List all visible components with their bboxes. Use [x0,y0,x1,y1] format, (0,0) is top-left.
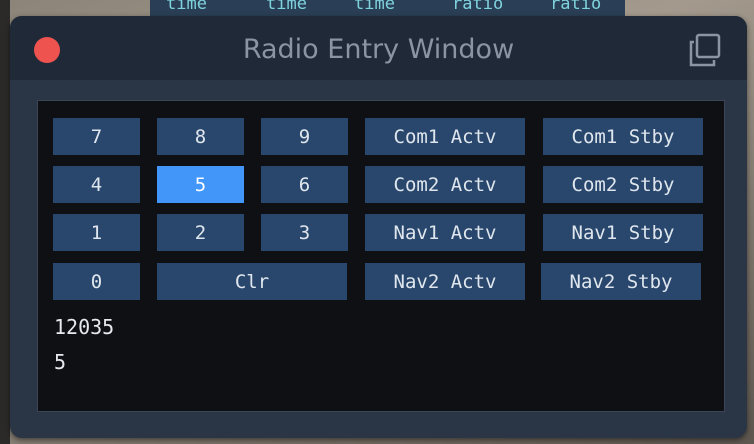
last-key-readout: 5 [54,350,67,374]
background-header-cell: time [354,0,395,14]
nav2-actv-button[interactable]: Nav2 Actv [365,263,525,300]
background-header-cell: ratio [550,0,602,14]
key-4-button[interactable]: 4 [53,166,140,203]
nav1-actv-button[interactable]: Nav1 Actv [365,214,525,251]
com2-actv-button[interactable]: Com2 Actv [365,166,525,203]
radio-entry-panel: 7 8 9 Com1 Actv Com1 Stby 4 5 6 Com2 Act… [37,100,725,412]
background-header-cell: ratio [452,0,504,14]
nav1-stby-button[interactable]: Nav1 Stby [543,214,703,251]
key-1-button[interactable]: 1 [53,214,140,251]
key-6-button[interactable]: 6 [261,166,348,203]
clear-button[interactable]: Clr [157,263,347,300]
key-3-button[interactable]: 3 [261,214,348,251]
key-0-button[interactable]: 0 [53,263,140,300]
com1-stby-button[interactable]: Com1 Stby [543,118,703,155]
com1-actv-button[interactable]: Com1 Actv [365,118,525,155]
key-2-button[interactable]: 2 [157,214,244,251]
background-header-cell: time [266,0,307,14]
key-5-button[interactable]: 5 [157,166,244,203]
key-9-button[interactable]: 9 [261,118,348,155]
frequency-readout: 12035 [54,315,115,339]
key-7-button[interactable]: 7 [53,118,140,155]
key-8-button[interactable]: 8 [157,118,244,155]
background-header-cell: time [166,0,207,14]
com2-stby-button[interactable]: Com2 Stby [543,166,703,203]
background-left-edge [0,0,10,444]
radio-entry-window: Radio Entry Window 7 8 9 Com1 Actv Com1 … [10,16,747,438]
copy-window-icon[interactable] [686,32,722,68]
nav2-stby-button[interactable]: Nav2 Stby [541,263,701,300]
window-title: Radio Entry Window [242,34,515,65]
title-bar[interactable]: Radio Entry Window [10,16,747,80]
